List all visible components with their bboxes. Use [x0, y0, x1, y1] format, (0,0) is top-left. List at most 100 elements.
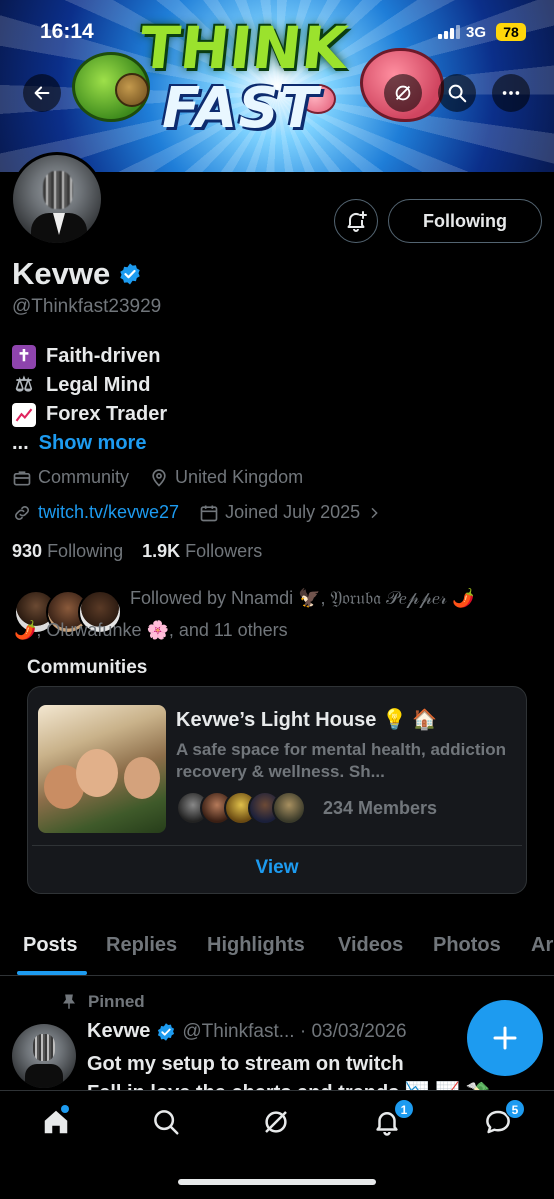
community-image-person — [124, 757, 160, 799]
followers-count-link[interactable]: 1.9K Followers — [142, 541, 262, 561]
nav-grok[interactable] — [259, 1105, 293, 1139]
pinned-indicator: Pinned — [60, 992, 145, 1012]
notifications-badge: 1 — [394, 1099, 414, 1119]
compose-post-button[interactable] — [467, 1000, 543, 1076]
chart-increasing-icon — [12, 402, 36, 427]
grok-button[interactable] — [384, 74, 422, 112]
tab-posts[interactable]: Posts — [23, 934, 77, 957]
status-time: 16:14 — [40, 20, 94, 43]
nav-search[interactable] — [149, 1105, 183, 1139]
chevron-right-icon[interactable] — [366, 505, 382, 521]
notifications-subscribe-button[interactable] — [334, 199, 378, 243]
verified-badge-icon[interactable] — [118, 262, 142, 286]
profile-avatar[interactable] — [10, 152, 104, 246]
communities-heading: Communities — [27, 657, 148, 678]
bell-plus-icon — [347, 211, 367, 232]
profile-bio: ✝ Faith-driven ⚖ Legal Mind Forex Trader… — [12, 342, 167, 458]
community-member-count: 234 Members — [323, 798, 438, 818]
avatar-face — [33, 1034, 55, 1061]
bio-line-text: Faith-driven — [46, 345, 161, 367]
bio-show-more-row: ... Show more — [12, 429, 167, 458]
tab-highlights[interactable]: Highlights — [207, 934, 305, 957]
following-count-link[interactable]: 930 Following — [12, 541, 123, 561]
avatar-face — [43, 171, 73, 209]
home-unread-dot — [61, 1105, 69, 1113]
grok-icon — [265, 1111, 287, 1133]
avatar-suit — [31, 213, 87, 243]
profile-name-row: Kevwe — [12, 256, 142, 292]
community-description: A safe space for mental health, addictio… — [176, 740, 507, 781]
bio-line: Forex Trader — [12, 400, 167, 429]
messages-badge: 5 — [505, 1099, 525, 1119]
network-type: 3G — [466, 24, 487, 41]
plus-icon — [493, 1026, 517, 1050]
link-icon — [15, 505, 29, 520]
member-avatar — [272, 791, 306, 825]
status-bar: 16:14 3G 78 — [0, 0, 554, 60]
nav-notifications[interactable]: 1 — [370, 1099, 414, 1139]
post-author-name[interactable]: Kevwe — [87, 1020, 150, 1043]
home-indicator — [178, 1179, 376, 1185]
followed-by-line: Followed by Nnamdi 🦅, 𝔜𝔬𝔯𝔲𝔟𝔞 𝒫𝑒𝓅𝓅𝑒𝓇 🌶️ — [130, 588, 475, 608]
followed-by-line: 🌶️, Oluwafunke 🌸, and 11 others — [14, 620, 288, 640]
active-tab-indicator — [17, 971, 87, 975]
followed-by-text: Followed by Nnamdi 🦅, 𝔜𝔬𝔯𝔲𝔟𝔞 𝒫𝑒𝓅𝓅𝑒𝓇 🌶️ 🌶… — [14, 582, 550, 646]
divider — [32, 845, 522, 846]
profile-handle: @Thinkfast23929 — [12, 296, 162, 317]
pinned-label: Pinned — [88, 992, 145, 1011]
profile-meta-row: Community United Kingdom — [12, 467, 303, 488]
post-author-avatar[interactable] — [12, 1024, 76, 1088]
bio-line: ✝ Faith-driven — [12, 342, 167, 371]
briefcase-icon — [13, 470, 31, 485]
more-options-button[interactable] — [492, 74, 530, 112]
verified-badge-icon — [158, 1022, 175, 1041]
post-text-line: Got my setup to stream on twitch — [87, 1053, 404, 1075]
following-count: 930 — [12, 541, 43, 561]
bio-line-text: Legal Mind — [46, 374, 151, 396]
search-icon — [448, 84, 467, 103]
follow-counts: 930 Following 1.9K Followers — [12, 541, 262, 562]
banner-title-fast: FAST — [162, 76, 319, 141]
view-community-button[interactable]: View — [28, 857, 526, 879]
community-member-avatars — [176, 791, 316, 827]
followers-count: 1.9K — [142, 541, 181, 561]
bio-ellipsis: ... — [12, 432, 29, 454]
bio-line: ⚖ Legal Mind — [12, 371, 167, 400]
post-header: Kevwe @Thinkfast... · 03/03/2026 — [87, 1020, 407, 1043]
calendar-icon — [200, 505, 218, 521]
search-icon — [154, 1110, 179, 1135]
profile-website-link[interactable]: twitch.tv/kevwe27 — [38, 502, 179, 523]
nav-messages[interactable]: 5 — [481, 1099, 525, 1139]
community-image — [38, 705, 166, 833]
search-button[interactable] — [438, 74, 476, 112]
profile-meta-row: twitch.tv/kevwe27 Joined July 2025 — [12, 502, 382, 523]
location-pin-icon — [152, 468, 166, 487]
post-handle-date: @Thinkfast... · 03/03/2026 — [182, 1020, 407, 1042]
scales-icon: ⚖ — [15, 374, 33, 396]
tab-articles[interactable]: Ar — [531, 934, 553, 957]
following-label: Following — [47, 541, 124, 561]
profile-location: United Kingdom — [175, 467, 304, 487]
profile-category: Community — [38, 467, 130, 487]
community-name: Kevwe’s Light House 💡 🏠 — [176, 709, 438, 731]
tab-videos[interactable]: Videos — [338, 934, 403, 957]
bio-line-text: Forex Trader — [46, 403, 168, 425]
community-card[interactable]: Kevwe’s Light House 💡 🏠 A safe space for… — [27, 686, 527, 894]
profile-name: Kevwe — [12, 256, 111, 291]
show-more-link[interactable]: Show more — [39, 429, 147, 458]
avatar-suit — [25, 1064, 63, 1088]
profile-joined-date[interactable]: Joined July 2025 — [225, 502, 360, 523]
nav-home[interactable] — [39, 1105, 73, 1139]
pin-icon — [63, 994, 75, 1009]
more-horizontal-icon — [502, 91, 520, 95]
signal-icon — [438, 25, 460, 39]
community-image-person — [76, 749, 118, 797]
back-button[interactable] — [23, 74, 61, 112]
following-button[interactable]: Following — [388, 199, 542, 243]
tab-replies[interactable]: Replies — [106, 934, 177, 957]
battery-icon: 78 — [496, 23, 526, 41]
profile-tabs: Posts Replies Highlights Videos Photos A… — [0, 918, 554, 976]
grok-icon — [395, 85, 411, 101]
tab-photos[interactable]: Photos — [433, 934, 501, 957]
arrow-left-icon — [34, 86, 50, 100]
